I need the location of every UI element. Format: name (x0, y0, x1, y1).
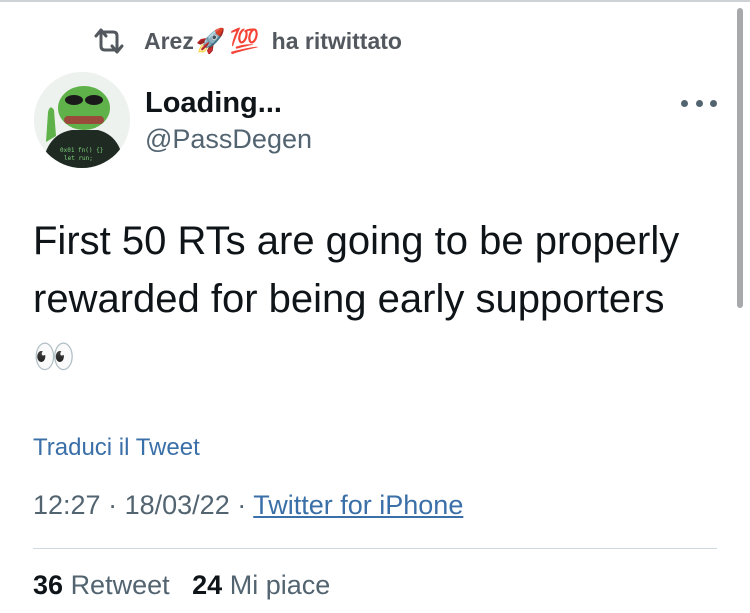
hundred-emoji: 💯 (229, 27, 260, 55)
retweeter-name[interactable]: Arez (144, 28, 194, 55)
eyes-emoji: 👀 (33, 338, 76, 376)
avatar[interactable]: 0x01 fn() {} let run; (34, 72, 130, 168)
more-options-icon[interactable] (681, 96, 717, 110)
scrollbar[interactable] (737, 8, 743, 308)
svg-text:let run;: let run; (64, 155, 93, 162)
meta-separator: · (237, 490, 247, 520)
dot-icon (681, 99, 688, 107)
tweet-line: First 50 RTs are going to be properly (33, 219, 680, 263)
top-divider (0, 0, 750, 2)
tweet-date: 18/03/22 (124, 490, 230, 520)
frog-avatar-icon: 0x01 fn() {} let run; (34, 72, 130, 168)
svg-text:0x01 fn() {}: 0x01 fn() {} (60, 147, 103, 154)
author-handle[interactable]: @PassDegen (145, 124, 312, 155)
retweet-action-label: ha ritwittato (271, 27, 402, 54)
meta-separator: · (108, 490, 118, 520)
retweet-icon (94, 28, 124, 54)
dot-icon (695, 99, 703, 107)
translate-tweet-link[interactable]: Traduci il Tweet (33, 434, 200, 462)
author-name[interactable]: Loading... (145, 87, 282, 120)
tweet-stats: 36 Retweet 24 Mi piace (33, 570, 330, 601)
rocket-emoji: 🚀 (195, 27, 226, 55)
tweet-line: rewarded for being early supporters (33, 277, 665, 321)
tweet-meta: 12:27 · 18/03/22 · Twitter for iPhone (33, 490, 463, 521)
likes-label: Mi piace (229, 570, 331, 600)
retweets-stat[interactable]: 36 Retweet (33, 570, 170, 600)
retweet-context: Arez 🚀 💯 ha ritwittato (92, 26, 402, 56)
tweet-time: 12:27 (33, 490, 101, 520)
retweets-count: 36 (33, 570, 64, 600)
tweet-text: First 50 RTs are going to be properly re… (33, 212, 713, 386)
retweets-label: Retweet (70, 570, 170, 600)
tweet-source-link[interactable]: Twitter for iPhone (253, 490, 463, 520)
dot-icon (710, 99, 717, 107)
likes-count: 24 (192, 570, 223, 600)
likes-stat[interactable]: 24 Mi piace (192, 570, 330, 600)
divider (33, 548, 717, 549)
